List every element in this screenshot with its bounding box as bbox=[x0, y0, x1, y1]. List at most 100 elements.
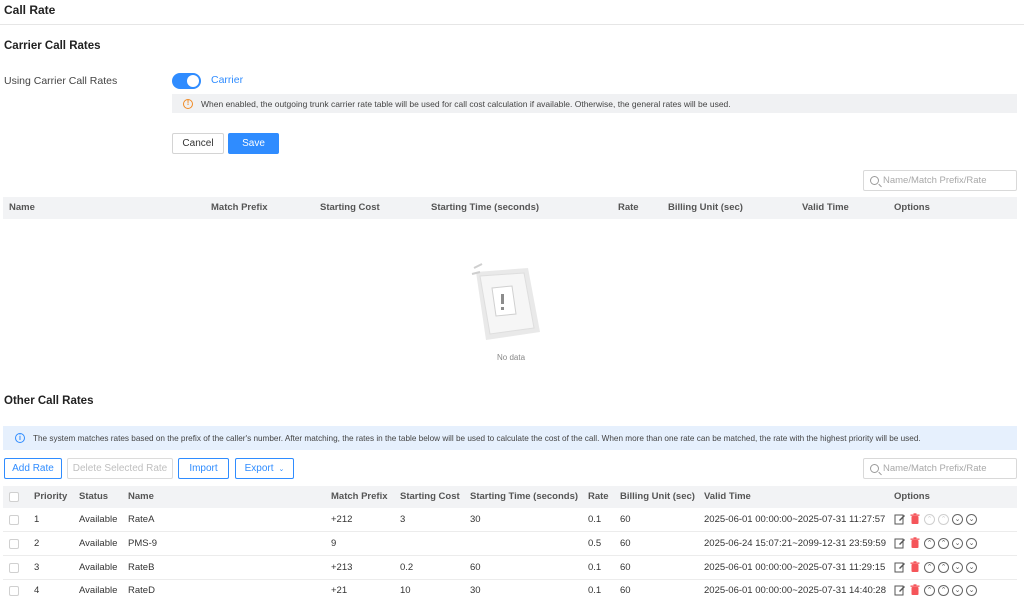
import-button[interactable]: Import bbox=[178, 458, 229, 479]
edit-icon[interactable] bbox=[894, 513, 906, 525]
delete-selected-rate-button[interactable]: Delete Selected Rate bbox=[67, 458, 173, 479]
row-options: ⌃ ⌃ ⌄ ⌄ bbox=[894, 537, 977, 549]
cell-name: RateB bbox=[128, 562, 155, 573]
move-top-icon[interactable]: ⌃ bbox=[924, 584, 935, 596]
chevron-down-icon: ⌄ bbox=[278, 465, 285, 473]
cell-unit: 60 bbox=[620, 538, 631, 549]
move-up-icon[interactable]: ⌃ bbox=[938, 561, 949, 573]
col-status: Status bbox=[79, 491, 109, 502]
cell-rate: 0.1 bbox=[588, 562, 602, 573]
cell-unit: 60 bbox=[620, 585, 631, 596]
select-all-checkbox[interactable] bbox=[9, 492, 19, 502]
cancel-button[interactable]: Cancel bbox=[172, 133, 224, 154]
edit-icon[interactable] bbox=[894, 537, 906, 549]
other-search[interactable] bbox=[863, 458, 1017, 479]
carrier-warning-box: ! When enabled, the outgoing trunk carri… bbox=[172, 94, 1017, 113]
move-down-icon[interactable]: ⌄ bbox=[952, 584, 963, 596]
move-top-icon[interactable]: ⌃ bbox=[924, 513, 935, 525]
move-down-icon[interactable]: ⌄ bbox=[952, 561, 963, 573]
other-search-input[interactable] bbox=[883, 463, 1013, 474]
export-dropdown[interactable]: Export ⌄ bbox=[235, 458, 294, 479]
cell-name: RateA bbox=[128, 514, 155, 525]
delete-icon[interactable] bbox=[909, 584, 921, 596]
col-name: Name bbox=[9, 202, 35, 213]
move-bottom-icon[interactable]: ⌄ bbox=[966, 537, 977, 549]
delete-icon[interactable] bbox=[909, 537, 921, 549]
cell-valid: 2025-06-01 00:00:00~2025-07-31 11:27:57 bbox=[704, 514, 886, 525]
row-checkbox[interactable] bbox=[9, 515, 19, 525]
move-bottom-icon[interactable]: ⌄ bbox=[966, 584, 977, 596]
empty-data-text: No data bbox=[497, 353, 526, 362]
other-info-text: The system matches rates based on the pr… bbox=[33, 433, 921, 443]
row-options: ⌃ ⌃ ⌄ ⌄ bbox=[894, 561, 977, 573]
table-row: 1 Available RateA +212 3 30 0.1 60 2025-… bbox=[3, 508, 1017, 532]
empty-data-icon bbox=[470, 262, 550, 362]
col-options: Options bbox=[894, 202, 930, 213]
col-options: Options bbox=[894, 491, 930, 502]
add-rate-button[interactable]: Add Rate bbox=[4, 458, 62, 479]
cell-prefix: +212 bbox=[331, 514, 353, 525]
cell-cost: 10 bbox=[400, 585, 411, 596]
row-options: ⌃ ⌃ ⌄ ⌄ bbox=[894, 584, 977, 596]
cell-rate: 0.5 bbox=[588, 538, 602, 549]
col-valid-time: Valid Time bbox=[704, 491, 751, 502]
cell-cost: 0.2 bbox=[400, 562, 414, 573]
other-section-title: Other Call Rates bbox=[4, 395, 94, 407]
cell-prefix: +21 bbox=[331, 585, 348, 596]
cell-valid: 2025-06-24 15:07:21~2099-12-31 23:59:59 bbox=[704, 538, 886, 549]
col-match-prefix: Match Prefix bbox=[211, 202, 268, 213]
col-starting-time: Starting Time (seconds) bbox=[431, 202, 540, 213]
cell-name: RateD bbox=[128, 585, 155, 596]
cell-time: 30 bbox=[470, 514, 481, 525]
col-valid-time: Valid Time bbox=[802, 202, 849, 213]
col-rate: Rate bbox=[618, 202, 639, 213]
carrier-search[interactable] bbox=[863, 170, 1017, 191]
carrier-toggle[interactable] bbox=[172, 73, 201, 89]
cell-status: Available bbox=[79, 562, 118, 573]
delete-icon[interactable] bbox=[909, 561, 921, 573]
move-down-icon[interactable]: ⌄ bbox=[952, 513, 963, 525]
cell-name: PMS-9 bbox=[128, 538, 158, 549]
cell-status: Available bbox=[79, 538, 118, 549]
move-down-icon[interactable]: ⌄ bbox=[952, 537, 963, 549]
col-name: Name bbox=[128, 491, 154, 502]
col-priority: Priority bbox=[34, 491, 68, 502]
table-row: 3 Available RateB +213 0.2 60 0.1 60 202… bbox=[3, 556, 1017, 580]
edit-icon[interactable] bbox=[894, 584, 906, 596]
table-row: 4 Available RateD +21 10 30 0.1 60 2025-… bbox=[3, 579, 1017, 599]
move-top-icon[interactable]: ⌃ bbox=[924, 537, 935, 549]
cell-prefix: +213 bbox=[331, 562, 353, 573]
delete-icon[interactable] bbox=[909, 513, 921, 525]
carrier-table-header: Name Match Prefix Starting Cost Starting… bbox=[3, 197, 1017, 219]
move-bottom-icon[interactable]: ⌄ bbox=[966, 561, 977, 573]
other-info-box: i The system matches rates based on the … bbox=[3, 426, 1017, 450]
col-starting-cost: Starting Cost bbox=[400, 491, 460, 502]
cell-unit: 60 bbox=[620, 514, 631, 525]
move-up-icon[interactable]: ⌃ bbox=[938, 584, 949, 596]
move-top-icon[interactable]: ⌃ bbox=[924, 561, 935, 573]
page-title: Call Rate bbox=[4, 3, 56, 17]
title-divider bbox=[0, 24, 1024, 25]
move-up-icon[interactable]: ⌃ bbox=[938, 537, 949, 549]
row-checkbox[interactable] bbox=[9, 586, 19, 596]
cell-priority: 4 bbox=[34, 585, 40, 596]
row-options: ⌃ ⌃ ⌄ ⌄ bbox=[894, 513, 977, 525]
row-checkbox[interactable] bbox=[9, 563, 19, 573]
export-label: Export bbox=[244, 463, 274, 474]
cell-unit: 60 bbox=[620, 562, 631, 573]
cell-status: Available bbox=[79, 585, 118, 596]
save-button[interactable]: Save bbox=[228, 133, 279, 154]
warning-icon: ! bbox=[183, 98, 193, 109]
move-bottom-icon[interactable]: ⌄ bbox=[966, 513, 977, 525]
row-checkbox[interactable] bbox=[9, 539, 19, 549]
edit-icon[interactable] bbox=[894, 561, 906, 573]
search-icon bbox=[870, 176, 879, 185]
cell-valid: 2025-06-01 00:00:00~2025-07-31 11:29:15 bbox=[704, 562, 886, 573]
cell-time: 60 bbox=[470, 562, 481, 573]
cell-priority: 2 bbox=[34, 538, 40, 549]
carrier-search-input[interactable] bbox=[883, 175, 1013, 186]
search-icon bbox=[870, 464, 879, 473]
col-starting-time: Starting Time (seconds) bbox=[470, 491, 579, 502]
move-up-icon[interactable]: ⌃ bbox=[938, 513, 949, 525]
cell-rate: 0.1 bbox=[588, 514, 602, 525]
